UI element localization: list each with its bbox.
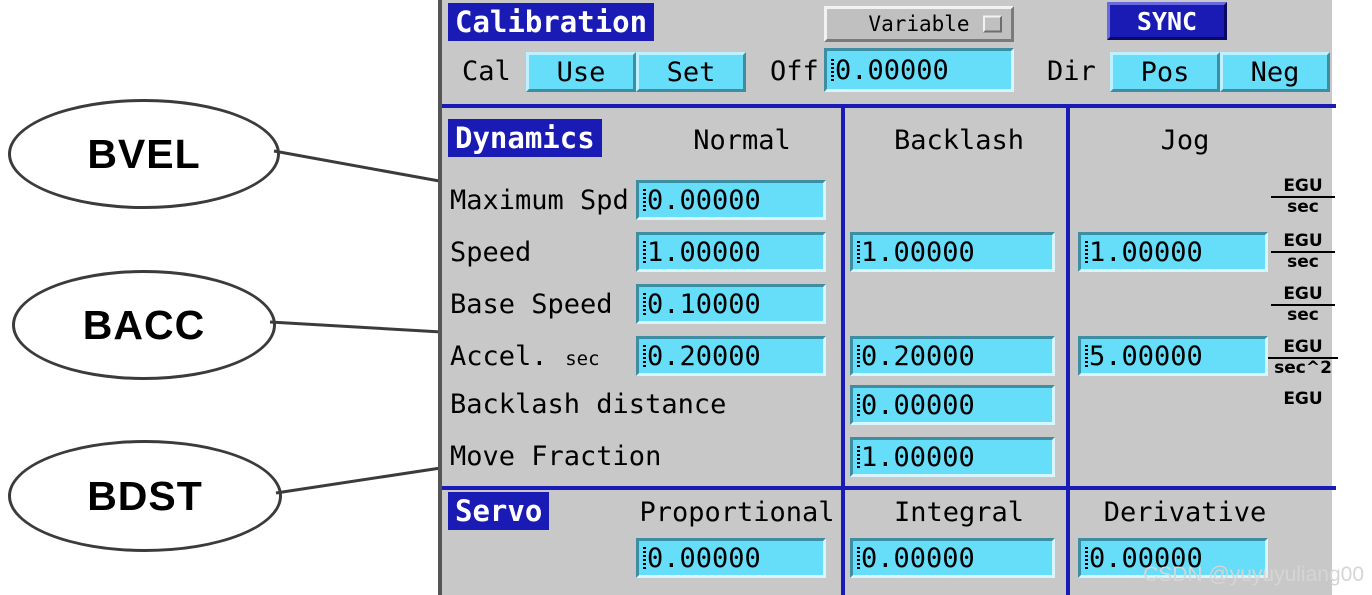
- text-caret-icon: [857, 446, 860, 468]
- egu-unit-speed: EGU sec: [1271, 232, 1335, 272]
- variable-menu-button[interactable]: Variable: [824, 6, 1014, 42]
- divider-col-backlash: [841, 108, 845, 486]
- row-label-base-speed: Base Speed: [450, 289, 613, 320]
- field-backlash-distance[interactable]: 0.00000: [850, 385, 1055, 425]
- servo-column-proportional: Proportional: [639, 497, 835, 528]
- menu-indicator-icon: [983, 15, 1002, 33]
- divider-servo-top: [442, 486, 1336, 490]
- field-normal-accel[interactable]: 0.20000: [636, 336, 826, 376]
- dir-neg-button[interactable]: Neg: [1220, 52, 1330, 92]
- text-caret-icon: [643, 345, 646, 367]
- value-backlash-speed: 1.00000: [861, 236, 975, 268]
- field-normal-speed[interactable]: 1.00000: [636, 232, 826, 272]
- text-caret-icon: [857, 241, 860, 263]
- text-caret-icon: [831, 59, 834, 81]
- divider-servo-col-integral: [841, 490, 845, 595]
- dir-label: Dir: [1047, 56, 1096, 87]
- callout-bvel: BVEL: [8, 99, 280, 209]
- cal-offset-field[interactable]: 0.00000: [824, 48, 1014, 92]
- calibration-section-title: Calibration: [448, 3, 655, 41]
- motor-control-panel: Calibration Cal Use Set Off Variable 0.0…: [438, 0, 1338, 595]
- dynamics-column-jog: Jog: [1160, 125, 1210, 156]
- cal-set-button[interactable]: Set: [636, 52, 746, 92]
- callout-bacc-label: BACC: [82, 301, 206, 348]
- text-caret-icon: [1085, 547, 1088, 569]
- cal-offset-value: 0.00000: [835, 54, 949, 86]
- field-backlash-speed[interactable]: 1.00000: [850, 232, 1055, 272]
- egu-numerator: EGU: [1271, 232, 1335, 253]
- egu-unit-base-speed: EGU sec: [1271, 285, 1335, 325]
- value-move-fraction: 1.00000: [861, 441, 975, 473]
- text-caret-icon: [857, 547, 860, 569]
- text-caret-icon: [857, 345, 860, 367]
- watermark: CSDN @yuyuyuliang00: [1143, 563, 1364, 586]
- field-jog-accel[interactable]: 5.00000: [1078, 336, 1268, 376]
- text-caret-icon: [643, 293, 646, 315]
- row-label-move-fraction: Move Fraction: [450, 441, 662, 472]
- callout-bdst: BDST: [8, 440, 282, 552]
- egu-unit-maximum-spd: EGU sec: [1271, 177, 1335, 217]
- value-servo-proportional: 0.00000: [647, 542, 761, 574]
- row-label-maximum-spd: Maximum Spd: [450, 185, 629, 216]
- servo-column-derivative: Derivative: [1103, 497, 1267, 528]
- divider-col-jog: [1066, 108, 1070, 486]
- field-normal-base-speed[interactable]: 0.10000: [636, 284, 826, 324]
- value-servo-integral: 0.00000: [861, 542, 975, 574]
- egu-numerator: EGU: [1271, 177, 1335, 198]
- value-normal-accel: 0.20000: [647, 340, 761, 372]
- egu-numerator: EGU: [1283, 389, 1323, 409]
- egu-numerator: EGU: [1268, 338, 1338, 359]
- field-move-fraction[interactable]: 1.00000: [850, 437, 1055, 477]
- row-label-backlash-distance: Backlash distance: [450, 389, 727, 420]
- text-caret-icon: [1085, 345, 1088, 367]
- off-label: Off: [770, 56, 819, 87]
- field-jog-speed[interactable]: 1.00000: [1078, 232, 1268, 272]
- variable-menu-label: Variable: [868, 12, 970, 36]
- text-caret-icon: [857, 394, 860, 416]
- value-jog-accel: 5.00000: [1089, 340, 1203, 372]
- text-caret-icon: [643, 241, 646, 263]
- egu-denominator: sec^2: [1274, 358, 1332, 378]
- value-normal-speed: 1.00000: [647, 236, 761, 268]
- divider-dynamics-top: [442, 104, 1336, 108]
- value-jog-speed: 1.00000: [1089, 236, 1203, 268]
- egu-denominator: sec: [1287, 197, 1319, 217]
- servo-column-integral: Integral: [893, 497, 1025, 528]
- egu-unit-accel: EGU sec^2: [1268, 338, 1338, 378]
- field-servo-proportional[interactable]: 0.00000: [636, 538, 826, 578]
- dir-pos-button[interactable]: Pos: [1110, 52, 1220, 92]
- row-label-speed: Speed: [450, 237, 532, 268]
- text-caret-icon: [1085, 241, 1088, 263]
- callout-bacc: BACC: [12, 270, 276, 380]
- egu-unit-backlash-distance: EGU: [1271, 390, 1335, 409]
- screenshot-root: BVEL BACC BDST Calibration Cal Use Set O…: [0, 0, 1372, 595]
- divider-servo-col-derivative: [1066, 490, 1070, 595]
- egu-denominator: sec: [1287, 252, 1319, 272]
- value-backlash-distance: 0.00000: [861, 389, 975, 421]
- callout-bvel-label: BVEL: [87, 130, 201, 177]
- egu-numerator: EGU: [1271, 285, 1335, 306]
- dynamics-section-title: Dynamics: [448, 119, 602, 157]
- dynamics-column-backlash: Backlash: [893, 125, 1025, 156]
- field-backlash-accel[interactable]: 0.20000: [850, 336, 1055, 376]
- row-label-accel-group: Accel. sec: [450, 342, 600, 372]
- egu-denominator: sec: [1287, 305, 1319, 325]
- row-label-accel: Accel.: [450, 341, 548, 372]
- dynamics-column-normal: Normal: [693, 125, 791, 156]
- field-servo-integral[interactable]: 0.00000: [850, 538, 1055, 578]
- callout-bdst-label: BDST: [87, 472, 203, 519]
- value-normal-maximum-spd: 0.00000: [647, 184, 761, 216]
- text-caret-icon: [643, 547, 646, 569]
- servo-section-title: Servo: [448, 492, 550, 530]
- value-backlash-accel: 0.20000: [861, 340, 975, 372]
- value-normal-base-speed: 0.10000: [647, 288, 761, 320]
- field-normal-maximum-spd[interactable]: 0.00000: [636, 180, 826, 220]
- text-caret-icon: [643, 189, 646, 211]
- cal-label: Cal: [462, 56, 511, 87]
- row-label-accel-unit: sec: [565, 348, 600, 370]
- sync-button[interactable]: SYNC: [1107, 2, 1227, 40]
- cal-use-button[interactable]: Use: [526, 52, 636, 92]
